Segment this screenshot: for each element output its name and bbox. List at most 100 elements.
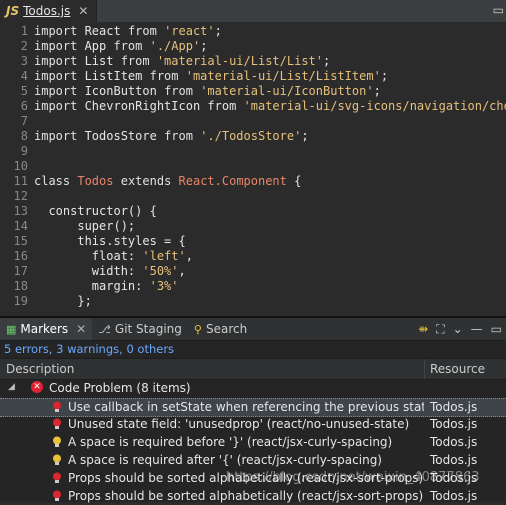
code-line[interactable]: 3 import List from 'material-ui/List/List… <box>0 54 506 69</box>
line-number: 18 <box>13 279 28 293</box>
code-token: import <box>34 99 85 113</box>
close-icon[interactable]: ✕ <box>76 322 86 336</box>
code-token: import <box>34 54 85 68</box>
code-token: ; <box>301 129 309 143</box>
code-line[interactable]: 10 <box>0 159 506 174</box>
code-token: from <box>113 39 150 53</box>
code-token: from <box>164 84 201 98</box>
marker-resource: Todos.js <box>430 489 478 503</box>
markers-summary: 5 errors, 3 warnings, 0 others <box>4 342 175 356</box>
code-line[interactable]: 6 import ChevronRightIcon from 'material-… <box>0 99 506 114</box>
code-token: this.styles = { <box>34 234 186 248</box>
code-line[interactable]: 12 <box>0 189 506 204</box>
expand-icon[interactable]: ◢ <box>8 382 15 392</box>
marker-description: Props should be sorted alphabetically (r… <box>68 489 424 503</box>
line-number: 17 <box>13 264 28 278</box>
code-token: React.Component <box>178 174 295 188</box>
code-token: 'material-ui/svg-icons/navigation/chevr <box>243 99 506 113</box>
filter-icon[interactable]: ⇻ <box>418 322 428 336</box>
marker-resource: Todos.js <box>430 400 478 414</box>
column-divider[interactable] <box>424 359 425 379</box>
marker-resource: Todos.js <box>430 435 478 449</box>
search-icon: ⚲ <box>193 322 202 336</box>
marker-description: A space is required after '{' (react/jsx… <box>68 453 382 467</box>
code-line[interactable]: 13 constructor() { <box>0 204 506 219</box>
code-token: 'material-ui/IconButton' <box>200 84 374 98</box>
code-token: ; <box>380 69 389 83</box>
code-line[interactable]: 18 margin: '3%' <box>0 279 506 294</box>
code-line[interactable]: 15 this.styles = { <box>0 234 506 249</box>
marker-row[interactable]: A space is required before '}' (react/js… <box>0 434 506 451</box>
code-line[interactable]: 8 import TodosStore from './TodosStore'; <box>0 129 506 144</box>
minimize-icon[interactable]: — <box>471 322 483 336</box>
code-token: TodosStore <box>84 129 165 143</box>
watermark: https://blog.csdn.net/weixin_40877863 <box>226 470 480 485</box>
tab-markers-label: Markers <box>20 322 69 336</box>
marker-row[interactable]: Props should be sorted alphabetically (r… <box>0 488 506 505</box>
tab-search[interactable]: ⚲ Search <box>188 318 253 340</box>
code-line[interactable]: 16 float: 'left', <box>0 249 506 264</box>
code-token: width: <box>34 264 143 278</box>
code-line[interactable]: 7 <box>0 114 506 129</box>
line-number: 19 <box>13 294 28 308</box>
code-line[interactable]: 14 super(); <box>0 219 506 234</box>
close-icon[interactable]: ✕ <box>78 4 88 18</box>
group-row[interactable]: ◢ ✕ Code Problem (8 items) <box>0 380 506 397</box>
tab-search-label: Search <box>205 322 248 336</box>
code-token: Todos <box>77 174 121 188</box>
code-token: class <box>34 174 78 188</box>
line-number: 12 <box>13 189 28 203</box>
error-lightbulb-icon <box>52 418 62 430</box>
marker-row[interactable]: Use callback in setState when referencin… <box>0 398 506 417</box>
marker-resource: Todos.js <box>430 453 478 467</box>
line-number: 3 <box>20 54 28 68</box>
maximize-icon[interactable]: ▭ <box>491 322 502 336</box>
code-token: import <box>34 129 85 143</box>
tab-git-staging[interactable]: ⎇ Git Staging <box>92 318 188 340</box>
code-editor[interactable]: 1 import React from 'react'; 2 import App f… <box>0 22 506 308</box>
code-token: extends <box>120 174 179 188</box>
code-token: from <box>120 54 157 68</box>
warning-lightbulb-icon <box>52 454 62 466</box>
column-description[interactable]: Description <box>6 362 74 376</box>
code-token: super(); <box>34 219 136 233</box>
error-lightbulb-icon <box>52 490 62 502</box>
tab-git-staging-label: Git Staging <box>114 322 182 336</box>
error-lightbulb-icon <box>52 401 62 413</box>
chevron-down-icon[interactable]: ⌄ <box>453 322 463 336</box>
code-token: './TodosStore' <box>200 129 302 143</box>
code-token: ; <box>323 54 331 68</box>
code-line[interactable]: 2 import App from './App'; <box>0 39 506 54</box>
code-token: margin: <box>34 279 150 293</box>
code-line[interactable]: 4 import ListItem from 'material-ui/List/… <box>0 69 506 84</box>
code-line[interactable]: 11 class Todos extends React.Component { <box>0 174 506 189</box>
code-token: React <box>84 24 128 38</box>
code-line[interactable]: 5 import IconButton from 'material-ui/Ico… <box>0 84 506 99</box>
code-token: from <box>164 129 201 143</box>
panel-tab-bar: ▦ Markers ✕ ⎇ Git Staging ⚲ Search ⇻ ⛶ ⌄… <box>0 318 506 341</box>
code-token: { <box>294 174 302 188</box>
editor-tab-bar: JS Todos.js ✕ ▭ <box>0 0 506 23</box>
code-line[interactable]: 9 <box>0 144 506 159</box>
code-line[interactable]: 1 import React from 'react'; <box>0 24 506 39</box>
code-token: 'left' <box>142 249 186 263</box>
code-token: from <box>127 24 165 38</box>
column-resource[interactable]: Resource <box>430 362 485 376</box>
marker-row[interactable]: A space is required after '{' (react/jsx… <box>0 452 506 469</box>
marker-resource: Todos.js <box>430 417 478 431</box>
focus-icon[interactable]: ⛶ <box>436 322 444 337</box>
editor-tab-todos[interactable]: JS Todos.js ✕ <box>0 0 98 22</box>
line-number: 6 <box>20 99 28 113</box>
code-line[interactable]: 19 }; <box>0 294 506 308</box>
maximize-icon[interactable]: ▭ <box>493 0 504 20</box>
code-line[interactable]: 17 width: '50%', <box>0 264 506 279</box>
marker-row[interactable]: Unused state field: 'unusedprop' (react/… <box>0 416 506 433</box>
code-token: ChevronRightIcon <box>84 99 208 113</box>
tab-markers[interactable]: ▦ Markers ✕ <box>0 318 93 340</box>
code-token: 'material-ui/List/ListItem' <box>185 69 381 83</box>
error-icon: ✕ <box>31 381 43 393</box>
code-token: IconButton <box>84 84 165 98</box>
code-token: constructor() { <box>34 204 157 218</box>
code-token: , <box>185 249 193 263</box>
line-number: 14 <box>13 219 28 233</box>
